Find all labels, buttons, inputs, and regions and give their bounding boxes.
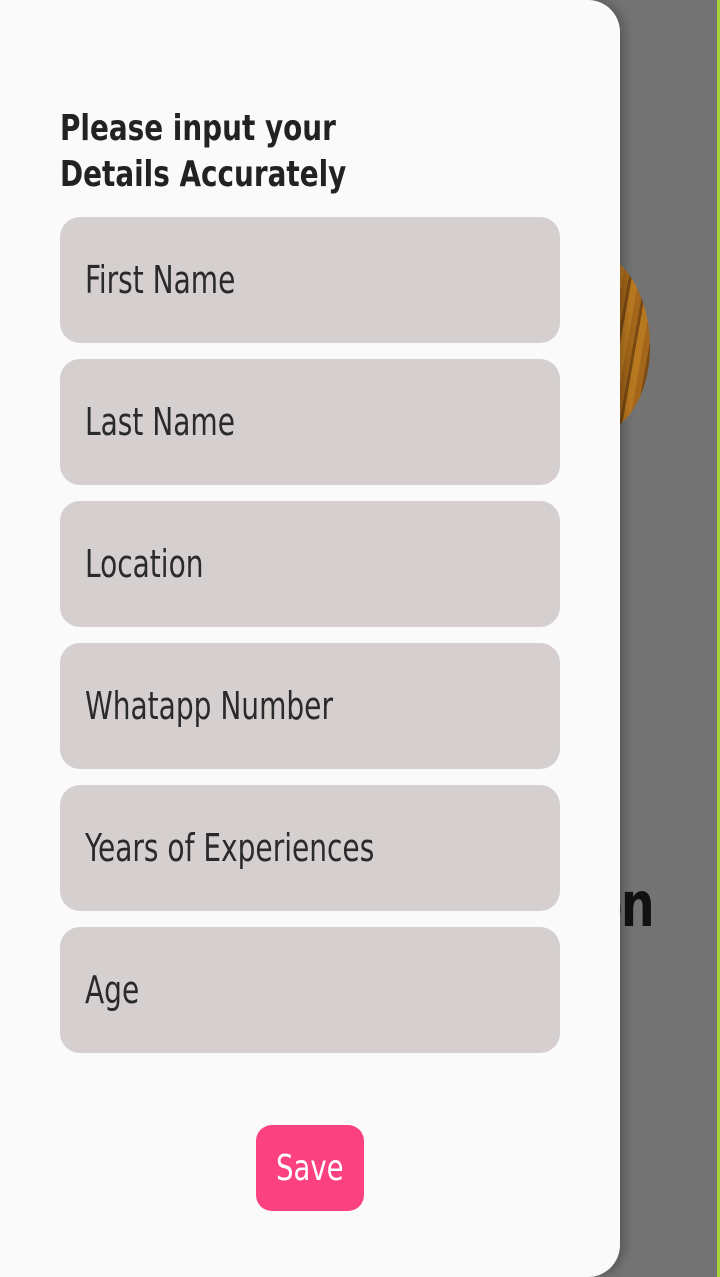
form-heading: Please input your Details Accurately — [60, 108, 347, 195]
first-name-input[interactable] — [85, 258, 475, 302]
whatsapp-number-input[interactable] — [85, 684, 475, 728]
location-input[interactable] — [85, 542, 475, 586]
years-of-experience-input[interactable] — [85, 826, 475, 870]
save-button[interactable]: Save — [256, 1125, 364, 1211]
location-field[interactable] — [60, 501, 560, 627]
whatsapp-number-field[interactable] — [60, 643, 560, 769]
years-of-experience-field[interactable] — [60, 785, 560, 911]
save-button-label: Save — [276, 1147, 344, 1189]
details-drawer: Please input your Details Accurately Sav… — [0, 0, 620, 1277]
first-name-field[interactable] — [60, 217, 560, 343]
last-name-field[interactable] — [60, 359, 560, 485]
age-input[interactable] — [85, 968, 475, 1012]
age-field[interactable] — [60, 927, 560, 1053]
last-name-input[interactable] — [85, 400, 475, 444]
